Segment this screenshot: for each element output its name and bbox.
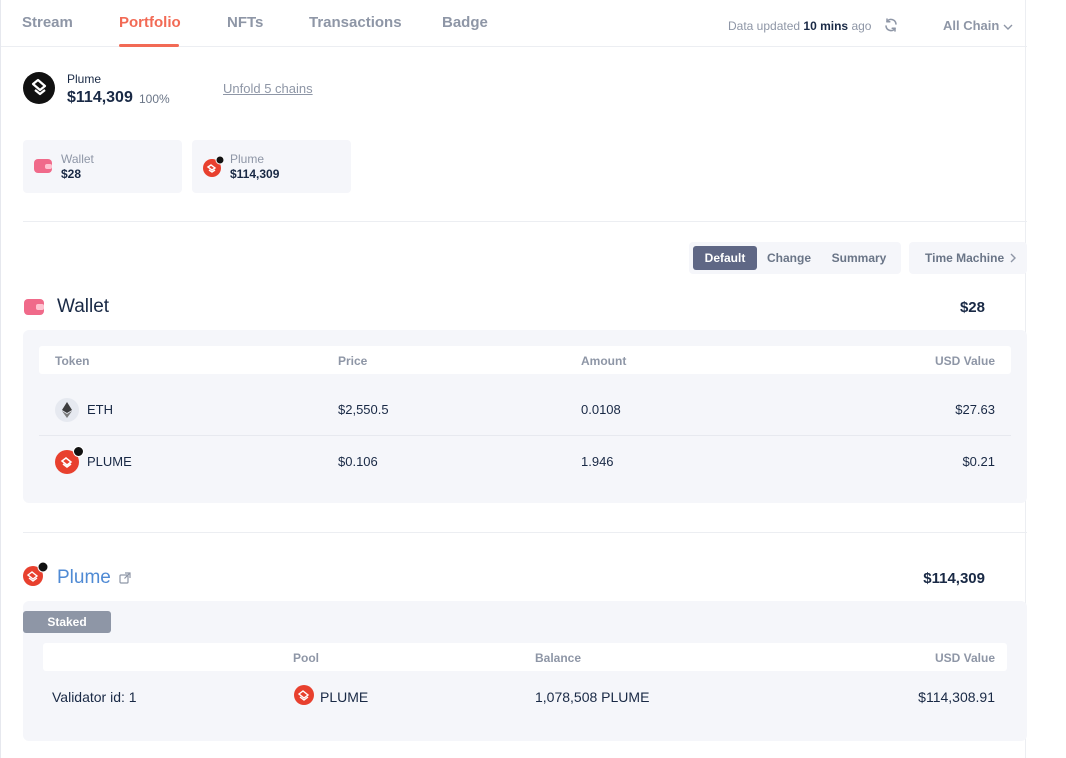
col-usd-value: USD Value bbox=[934, 651, 995, 665]
staked-table-header: Pool Balance USD Value bbox=[43, 643, 1007, 671]
col-amount: Amount bbox=[581, 354, 627, 368]
token-name: ETH bbox=[87, 402, 113, 417]
chip-plume[interactable]: Plume $114,309 bbox=[192, 140, 351, 193]
table-row[interactable]: Validator id: 1 PLUME 1,078,508 PLUME $1… bbox=[43, 671, 1007, 723]
col-usd-value: USD Value bbox=[934, 354, 995, 368]
token-amount: 0.0108 bbox=[581, 402, 621, 417]
token-usd-value: $27.63 bbox=[955, 402, 995, 417]
divider bbox=[23, 532, 1027, 533]
pool-name: PLUME bbox=[320, 689, 369, 705]
active-tab-underline bbox=[119, 44, 179, 47]
chevron-right-icon bbox=[1010, 253, 1016, 263]
table-row[interactable]: ETH $2,550.5 0.0108 $27.63 bbox=[39, 384, 1011, 436]
col-token: Token bbox=[55, 354, 90, 368]
summary-name: Plume bbox=[67, 72, 102, 86]
plume-protocol-total: $114,309 bbox=[923, 570, 985, 587]
plume-protocol-link[interactable]: Plume bbox=[57, 567, 111, 589]
plume-logo-icon bbox=[23, 72, 55, 104]
wallet-table-header: Token Price Amount USD Value bbox=[39, 346, 1011, 374]
wallet-section-title: Wallet bbox=[57, 296, 110, 317]
plume-icon bbox=[22, 561, 50, 593]
summary-percent: 100% bbox=[139, 92, 170, 106]
plume-icon bbox=[202, 155, 225, 183]
chip-plume-label: Plume bbox=[230, 152, 265, 166]
view-summary-button[interactable]: Summary bbox=[825, 246, 893, 270]
tab-badge[interactable]: Badge bbox=[442, 14, 488, 31]
time-machine-button[interactable]: Time Machine bbox=[909, 242, 1027, 274]
staked-usd-value: $114,308.91 bbox=[918, 689, 995, 705]
col-price: Price bbox=[338, 354, 368, 368]
eth-icon bbox=[55, 398, 79, 422]
tab-transactions[interactable]: Transactions bbox=[309, 14, 402, 31]
plume-protocol-panel: Pool Balance USD Value Validator id: 1 P… bbox=[23, 601, 1027, 741]
chip-wallet-value: $28 bbox=[61, 167, 82, 181]
data-updated-text: Data updated 10 mins ago bbox=[728, 19, 872, 33]
wallet-panel: Token Price Amount USD Value ETH $2,550.… bbox=[23, 330, 1027, 503]
col-balance: Balance bbox=[535, 651, 582, 665]
wallet-section-total: $28 bbox=[959, 299, 985, 316]
chain-filter-dropdown[interactable]: All Chain bbox=[943, 18, 1013, 33]
view-change-button[interactable]: Change bbox=[759, 246, 819, 270]
token-price: $0.106 bbox=[338, 454, 378, 469]
external-link-icon[interactable] bbox=[119, 571, 131, 589]
refresh-icon[interactable] bbox=[883, 17, 899, 33]
tab-nfts[interactable]: NFTs bbox=[227, 14, 263, 31]
staked-tag: Staked bbox=[23, 611, 111, 633]
staked-balance: 1,078,508 PLUME bbox=[535, 689, 650, 705]
summary-total: $114,309 bbox=[67, 89, 133, 106]
token-name: PLUME bbox=[87, 454, 132, 469]
chip-plume-value: $114,309 bbox=[230, 167, 280, 181]
chip-wallet[interactable]: Wallet $28 bbox=[23, 140, 182, 193]
chain-badge-icon bbox=[73, 446, 84, 457]
wallet-icon bbox=[33, 157, 53, 180]
portfolio-frame: Stream Portfolio NFTs Transactions Badge… bbox=[0, 0, 1027, 758]
token-usd-value: $0.21 bbox=[962, 454, 995, 469]
tab-portfolio[interactable]: Portfolio bbox=[119, 14, 181, 31]
unfold-chains-link[interactable]: Unfold 5 chains bbox=[223, 81, 313, 96]
col-pool: Pool bbox=[293, 651, 319, 665]
token-price: $2,550.5 bbox=[338, 402, 389, 417]
token-amount: 1.946 bbox=[581, 454, 614, 469]
table-row[interactable]: PLUME $0.106 1.946 $0.21 bbox=[39, 436, 1011, 488]
chip-wallet-label: Wallet bbox=[61, 152, 94, 166]
plume-icon bbox=[294, 685, 314, 705]
tab-stream[interactable]: Stream bbox=[22, 14, 73, 31]
divider bbox=[23, 221, 1027, 222]
top-nav: Stream Portfolio NFTs Transactions Badge… bbox=[1, 0, 1027, 47]
view-toggle-group: Default Change Summary bbox=[689, 242, 901, 274]
wallet-section-icon bbox=[23, 298, 45, 321]
view-default-button[interactable]: Default bbox=[693, 246, 757, 270]
chevron-down-icon bbox=[1003, 24, 1013, 30]
validator-label: Validator id: 1 bbox=[52, 689, 137, 705]
